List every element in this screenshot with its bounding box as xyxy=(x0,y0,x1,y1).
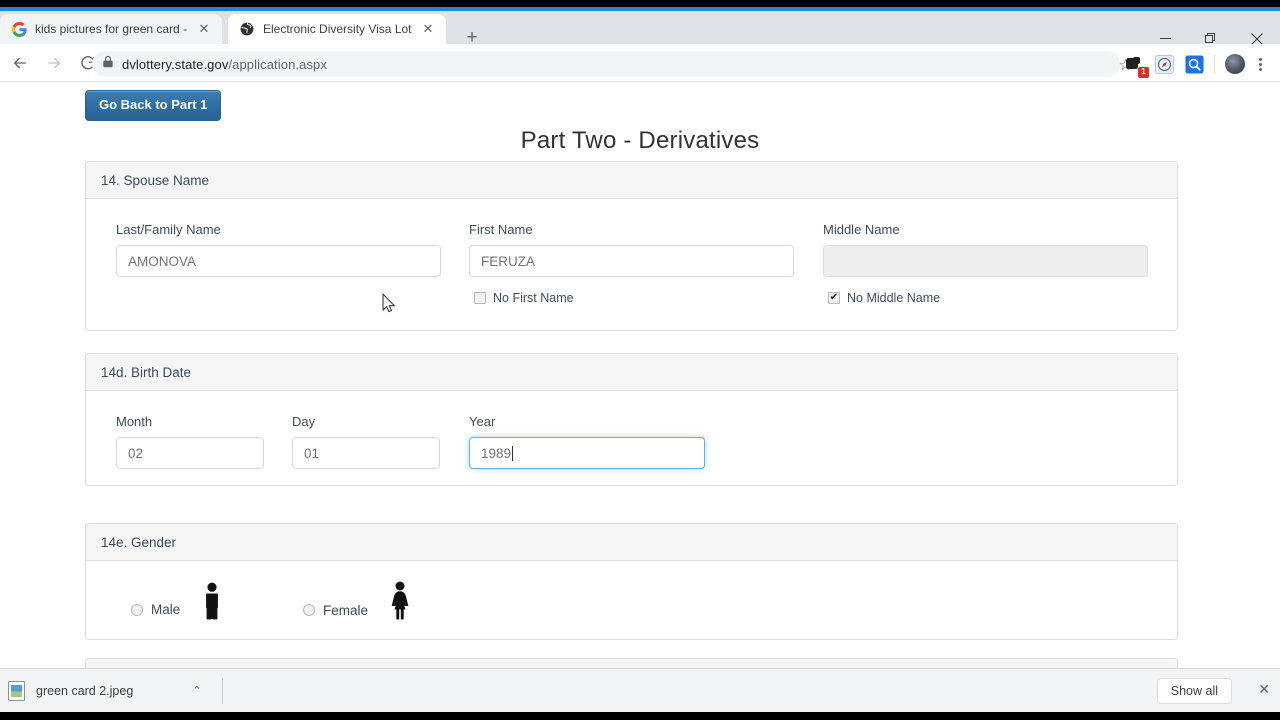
toolbar-divider xyxy=(1214,55,1215,73)
field-label: Month xyxy=(116,414,153,429)
birth-year-value: 1989 xyxy=(481,445,512,461)
chevron-up-icon[interactable]: ⌃ xyxy=(192,684,201,697)
close-download-bar-icon[interactable]: ✕ xyxy=(1258,681,1270,698)
birth-year-input[interactable]: 1989 xyxy=(469,437,705,469)
panel-body: Male Female xyxy=(86,561,1177,639)
field-label: Day xyxy=(292,414,316,429)
globe-icon xyxy=(239,21,255,37)
google-g-icon xyxy=(11,21,27,37)
female-pictogram-icon xyxy=(388,581,412,625)
panel-heading: 14d. Birth Date xyxy=(86,354,1177,391)
go-back-to-part-1-button[interactable]: Go Back to Part 1 xyxy=(85,90,222,121)
last-family-name-input[interactable]: AMONOVA xyxy=(116,245,441,277)
field-first-name: First Name FERUZA xyxy=(469,222,794,277)
tab-strip: kids pictures for green card - Go ✕ Elec… xyxy=(0,11,1280,47)
field-label: Middle Name xyxy=(823,222,900,237)
birth-month-input[interactable]: 02 xyxy=(116,437,264,469)
field-last-family-name: Last/Family Name AMONOVA xyxy=(116,222,441,277)
radio-button-icon[interactable] xyxy=(131,603,143,616)
checkbox-box-icon[interactable] xyxy=(474,292,486,304)
mouse-cursor xyxy=(382,293,396,313)
panel-spouse-name: 14. Spouse Name Last/Family Name AMONOVA… xyxy=(85,161,1178,331)
extension-search-icon[interactable] xyxy=(1184,54,1204,74)
url-path: /application.aspx xyxy=(228,56,327,72)
checkbox-label: No First Name xyxy=(493,291,574,305)
browser-toolbar: dvlottery.state.gov/application.aspx ☆ 1 xyxy=(0,44,1280,82)
jpeg-file-icon xyxy=(8,680,25,701)
field-birth-month: Month 02 xyxy=(116,414,264,469)
address-bar[interactable]: dvlottery.state.gov/application.aspx xyxy=(92,51,1120,77)
radio-female[interactable]: Female xyxy=(303,581,412,632)
panel-birth-date: 14d. Birth Date Month 02 Day 01 Year 198… xyxy=(85,353,1178,486)
radio-male[interactable]: Male xyxy=(131,582,222,631)
url-domain: dvlottery.state.gov xyxy=(122,56,229,72)
download-bar: green card 2.jpeg ⌃ Show all ✕ xyxy=(0,668,1280,712)
kebab-menu-icon[interactable] xyxy=(1255,57,1266,71)
download-file-name: green card 2.jpeg xyxy=(36,683,134,698)
window-top-edge xyxy=(0,0,1280,7)
field-label: Last/Family Name xyxy=(116,222,221,237)
radio-label: Female xyxy=(323,602,369,618)
middle-name-input[interactable] xyxy=(823,245,1148,277)
panel-heading: 14e. Gender xyxy=(86,524,1177,561)
lock-icon xyxy=(102,55,114,73)
extension-badge-icon[interactable]: 1 xyxy=(1124,54,1149,78)
extension-compass-icon[interactable] xyxy=(1154,54,1174,74)
field-birth-day: Day 01 xyxy=(292,414,440,469)
tab-title: kids pictures for green card - Go xyxy=(35,22,188,36)
birth-day-input[interactable]: 01 xyxy=(292,437,440,469)
url-text: dvlottery.state.gov/application.aspx xyxy=(122,57,327,72)
panel-next-partial xyxy=(85,658,1178,668)
back-button[interactable] xyxy=(6,49,34,77)
panel-body: Month 02 Day 01 Year 1989 xyxy=(86,391,1177,485)
field-label: Year xyxy=(469,414,496,429)
page-content: Go Back to Part 1 Part Two - Derivatives… xyxy=(0,83,1280,668)
checkbox-no-first-name[interactable]: No First Name xyxy=(474,291,574,305)
male-pictogram-icon xyxy=(202,582,222,625)
browser-tab-1[interactable]: kids pictures for green card - Go ✕ xyxy=(0,14,222,44)
field-middle-name: Middle Name xyxy=(823,222,1148,277)
field-birth-year: Year 1989 xyxy=(469,414,705,469)
panel-heading: 14. Spouse Name xyxy=(86,162,1177,199)
page-title: Part Two - Derivatives xyxy=(520,127,760,154)
browser-window: kids pictures for green card - Go ✕ Elec… xyxy=(0,0,1280,720)
window-bottom-edge xyxy=(0,712,1280,720)
forward-button[interactable] xyxy=(40,49,68,77)
close-icon[interactable]: ✕ xyxy=(196,21,212,37)
radio-label: Male xyxy=(151,602,181,617)
checkbox-box-icon[interactable]: ✔ xyxy=(828,292,840,304)
download-item[interactable]: green card 2.jpeg ⌃ xyxy=(0,669,202,713)
avatar[interactable] xyxy=(1225,54,1245,74)
text-caret xyxy=(512,445,514,461)
extension-bar: 1 xyxy=(1124,50,1266,78)
show-all-downloads-button[interactable]: Show all xyxy=(1156,678,1232,704)
first-name-input[interactable]: FERUZA xyxy=(469,245,794,277)
panel-body: Last/Family Name AMONOVA First Name FERU… xyxy=(86,199,1177,330)
panel-gender: 14e. Gender Male Female xyxy=(85,523,1178,640)
field-label: First Name xyxy=(469,222,533,237)
panel-heading-partial xyxy=(86,659,1177,668)
checkbox-no-middle-name[interactable]: ✔ No Middle Name xyxy=(828,291,940,305)
close-icon[interactable]: ✕ xyxy=(420,21,436,37)
radio-button-icon[interactable] xyxy=(303,604,315,616)
checkbox-label: No Middle Name xyxy=(847,291,941,305)
browser-tab-2[interactable]: Electronic Diversity Visa Lottery ✕ xyxy=(228,14,446,44)
tab-title: Electronic Diversity Visa Lottery xyxy=(263,22,412,36)
extension-badge-count: 1 xyxy=(1138,67,1149,78)
download-divider xyxy=(221,677,223,704)
